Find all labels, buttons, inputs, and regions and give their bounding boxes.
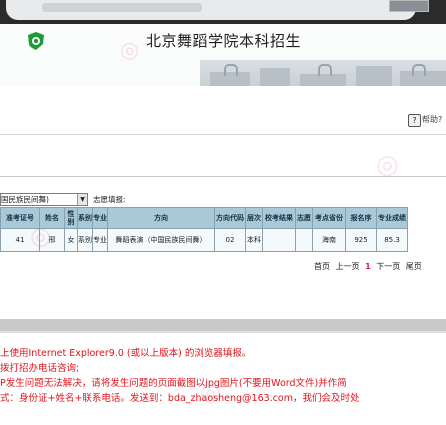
major-select-value: 国民族民间舞) xyxy=(1,195,49,204)
col-header: 校考结果 xyxy=(262,207,296,229)
site-title: 北京舞蹈学院本科招生 xyxy=(146,32,302,50)
col-header: 层次 xyxy=(245,207,263,229)
banner-building xyxy=(260,68,290,86)
cell-direction: 舞蹈表演（中国民族民间舞） xyxy=(107,228,215,252)
cell-exam-number: 41 xyxy=(0,228,40,252)
wish-label: 志愿填报: xyxy=(93,195,126,204)
col-header: 准考证号 xyxy=(0,207,40,229)
pager-last[interactable]: 尾页 xyxy=(406,262,422,271)
cell-name: 邢 xyxy=(39,228,65,252)
pager-prev[interactable]: 上一页 xyxy=(336,262,360,271)
col-header: 报名序 xyxy=(345,207,377,229)
cell-wish xyxy=(295,228,313,252)
top-card xyxy=(6,0,416,20)
cell-direction-code: 02 xyxy=(214,228,246,252)
table-row[interactable]: 41 邢 女 系别 专业 舞蹈表演（中国民族民间舞） 02 本科 海南 925 … xyxy=(0,228,408,252)
cell-department: 系别 xyxy=(77,228,93,252)
notice-line: P发生问题无法解决，请将发生问题的页面截图以jpg图片(不要用Word文件)并作… xyxy=(0,378,347,389)
cell-registration-order: 925 xyxy=(345,228,377,252)
col-header: 性别 xyxy=(64,207,78,229)
chevron-down-icon[interactable]: ▼ xyxy=(77,194,87,205)
cell-major: 专业 xyxy=(92,228,108,252)
col-header: 方向 xyxy=(107,207,215,229)
pager-current: 1 xyxy=(365,262,371,271)
campus-banner xyxy=(200,60,446,86)
table-header-row: 准考证号 姓名 性别 系别 专业 方向 方向代码 层次 校考结果 志愿 考点省份… xyxy=(0,207,408,229)
banner-arch xyxy=(318,64,332,76)
col-header: 专业 xyxy=(92,207,108,229)
banner-arch xyxy=(224,64,238,76)
help-row: ? 帮助? xyxy=(0,108,446,130)
pagination: 首页 上一页 1 下一页 尾页 xyxy=(314,261,425,272)
col-header: 志愿 xyxy=(295,207,313,229)
blurred-text xyxy=(42,3,202,12)
col-header: 方向代码 xyxy=(214,207,246,229)
divider xyxy=(0,176,446,177)
thumbnail-image xyxy=(389,0,429,12)
cell-score: 85.3 xyxy=(376,228,408,252)
pager-next[interactable]: 下一页 xyxy=(376,262,400,271)
cell-province: 海南 xyxy=(312,228,346,252)
help-link[interactable]: 帮助? xyxy=(422,114,442,125)
col-header: 考点省份 xyxy=(312,207,346,229)
help-icon[interactable]: ? xyxy=(408,114,421,127)
cell-result xyxy=(262,228,296,252)
pager-first[interactable]: 首页 xyxy=(314,262,330,271)
cell-gender: 女 xyxy=(64,228,78,252)
notice-line: 上使用Internet Explorer9.0 (或以上版本) 的浏览器填报。 xyxy=(0,348,252,359)
site-header: 北京舞蹈学院本科招生 ◎ xyxy=(0,24,446,86)
cell-level: 本科 xyxy=(245,228,263,252)
banner-building xyxy=(356,66,392,86)
section-band xyxy=(0,319,446,331)
banner-arch xyxy=(412,64,426,76)
browser-top-bar xyxy=(0,0,446,24)
col-header: 专业成绩 xyxy=(376,207,408,229)
application-table: 准考证号 姓名 性别 系别 专业 方向 方向代码 层次 校考结果 志愿 考点省份… xyxy=(0,207,408,252)
col-header: 姓名 xyxy=(39,207,65,229)
notice-line: 式：身份证+姓名+联系电话。发送到：bda_zhaosheng@163.com，… xyxy=(0,393,360,404)
watermark: ◎ xyxy=(120,38,140,63)
col-header: 系别 xyxy=(77,207,93,229)
divider xyxy=(0,134,446,135)
major-select[interactable]: 国民族民间舞) ▼ xyxy=(0,193,88,206)
notice-line: 拨打招办电话咨询; xyxy=(0,363,80,374)
brand-logo-icon[interactable] xyxy=(26,31,46,51)
section-band xyxy=(0,331,446,333)
